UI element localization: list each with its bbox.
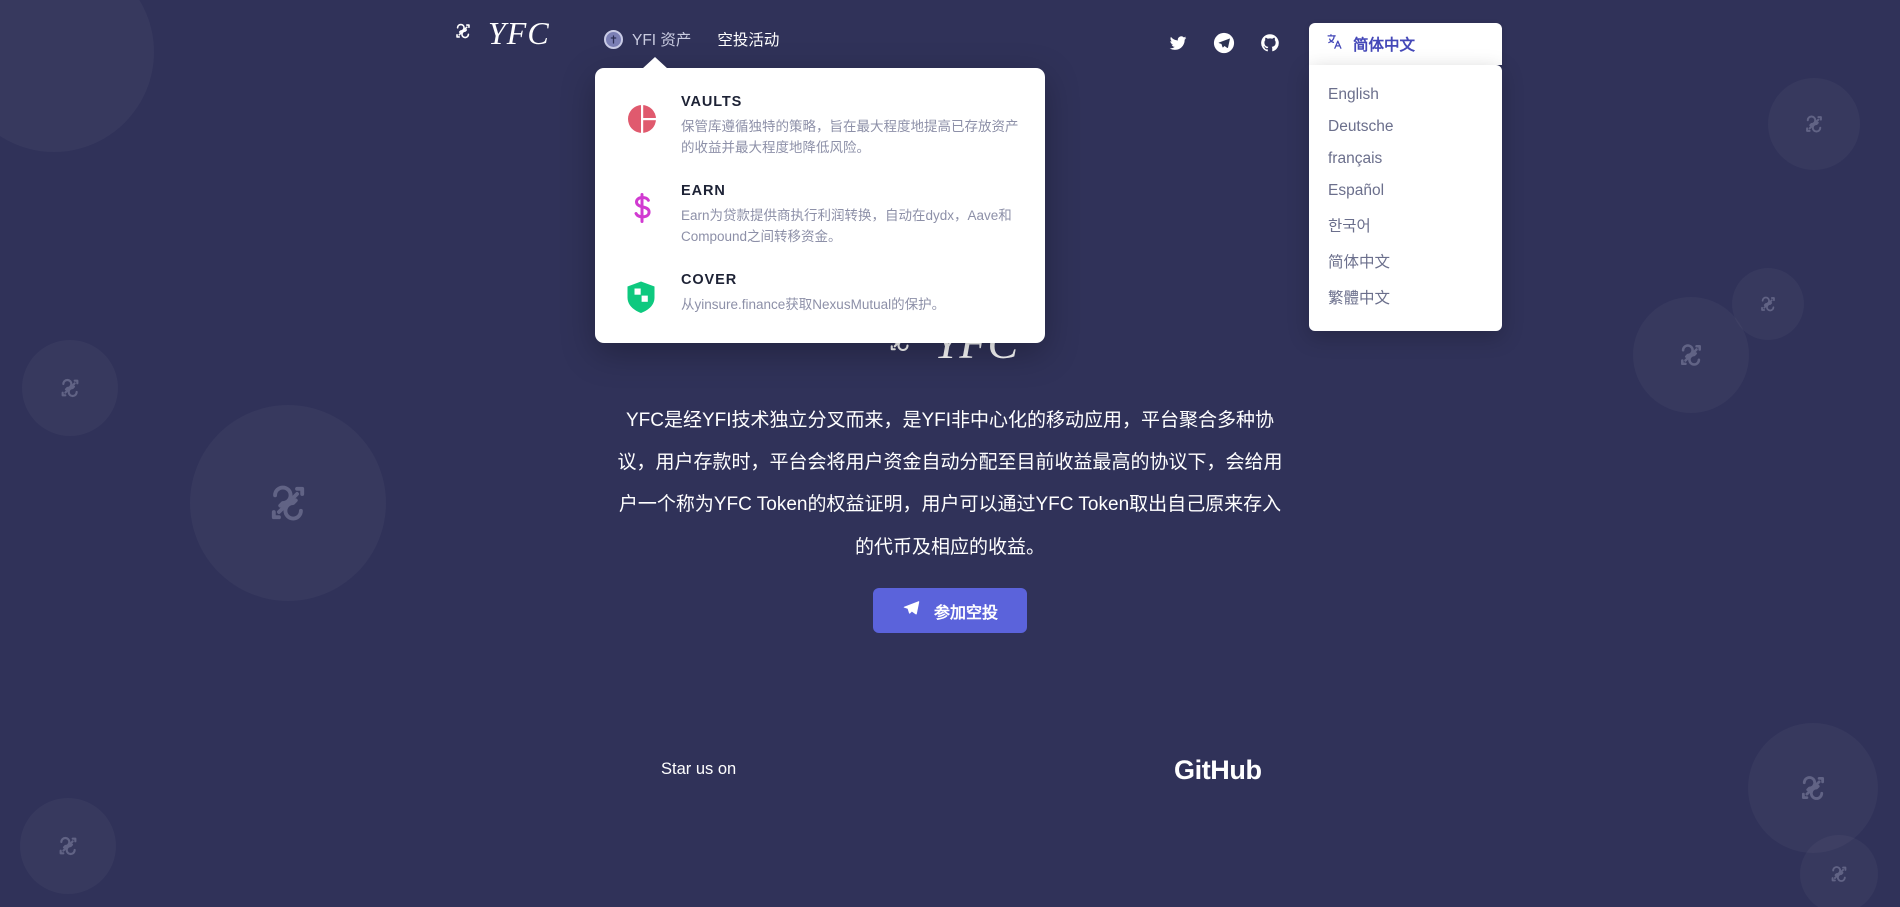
vaults-icon	[625, 94, 659, 141]
translate-icon	[1326, 33, 1343, 55]
language-option-francais[interactable]: français	[1309, 143, 1502, 175]
nav-item-label: YFI 资产	[632, 32, 692, 49]
star-us-label: Star us on	[661, 760, 737, 778]
language-selected-label: 简体中文	[1353, 37, 1416, 54]
github-link[interactable]: GitHub	[1174, 755, 1262, 786]
dropdown-item-title: COVER	[681, 271, 738, 288]
main-nav: YFI 资产 空投活动	[604, 28, 779, 50]
site-header: YFC YFI 资产 空投活动	[0, 0, 1900, 74]
yfc-swap-logo-icon	[450, 18, 476, 49]
dropdown-item-vaults[interactable]: VAULTS 保管库遵循独特的策略，旨在最大程度地提高已存放资产的收益并最大程度…	[625, 94, 1019, 159]
language-selector: 简体中文 English Deutsche français Español 한…	[1309, 23, 1502, 331]
dropdown-item-title: EARN	[681, 182, 726, 199]
dropdown-item-desc: Earn为贷款提供商执行利润转换，自动在dydx，Aave和Compound之间…	[681, 207, 1012, 244]
language-option-korean[interactable]: 한국어	[1309, 207, 1502, 243]
telegram-icon[interactable]	[1213, 32, 1235, 59]
decor-blob	[1800, 835, 1878, 907]
nav-item-airdrop[interactable]: 空投活动	[717, 28, 779, 50]
brand-logo[interactable]: YFC	[450, 17, 550, 49]
github-icon[interactable]	[1260, 33, 1280, 58]
earn-dollar-icon	[625, 183, 659, 230]
decor-blob	[1748, 723, 1878, 853]
decor-blob	[1768, 78, 1860, 170]
language-selector-button[interactable]: 简体中文	[1309, 23, 1502, 65]
language-option-espanol[interactable]: Español	[1309, 175, 1502, 207]
join-airdrop-button[interactable]: 参加空投	[872, 588, 1027, 633]
github-label: GitHub	[1174, 755, 1262, 785]
language-option-simplified-chinese[interactable]: 简体中文	[1309, 243, 1502, 279]
decor-blob	[190, 405, 386, 601]
nav-item-label: 空投活动	[717, 32, 780, 49]
language-option-deutsche[interactable]: Deutsche	[1309, 111, 1502, 143]
cover-shield-icon	[625, 272, 659, 319]
send-plane-icon	[902, 599, 920, 622]
yfi-assets-dropdown: VAULTS 保管库遵循独特的策略，旨在最大程度地提高已存放资产的收益并最大程度…	[595, 57, 1045, 343]
language-menu: English Deutsche français Español 한국어 简体…	[1309, 65, 1502, 331]
decor-blob	[20, 798, 116, 894]
dropdown-item-title: VAULTS	[681, 94, 743, 110]
hero-paragraph: YFC是经YFI技术独立分叉而来，是YFI非中心化的移动应用，平台聚合多种协议，…	[617, 410, 1283, 558]
language-option-traditional-chinese[interactable]: 繁體中文	[1309, 279, 1502, 315]
dropdown-item-earn[interactable]: EARN Earn为贷款提供商执行利润转换，自动在dydx，Aave和Compo…	[625, 183, 1019, 248]
social-links	[1168, 32, 1280, 59]
dropdown-item-cover[interactable]: COVER 从yinsure.finance获取NexusMutual的保护。	[625, 272, 1019, 319]
cta-container: 参加空投	[0, 588, 1900, 633]
page-root: YFC YFI 资产 空投活动 VAULTS 保管库遵循独特的策略，旨在最大程度…	[0, 0, 1900, 907]
language-option-english[interactable]: English	[1309, 79, 1502, 111]
dropdown-arrow	[642, 57, 668, 69]
yfi-coin-icon	[604, 29, 623, 49]
dropdown-item-desc: 从yinsure.finance获取NexusMutual的保护。	[681, 296, 946, 312]
nav-item-yfi-assets[interactable]: YFI 资产	[604, 28, 691, 50]
twitter-icon[interactable]	[1168, 33, 1188, 58]
brand-name: YFC	[488, 15, 550, 51]
join-airdrop-label: 参加空投	[933, 604, 998, 622]
dropdown-item-desc: 保管库遵循独特的策略，旨在最大程度地提高已存放资产的收益并最大程度地降低风险。	[681, 119, 1019, 155]
